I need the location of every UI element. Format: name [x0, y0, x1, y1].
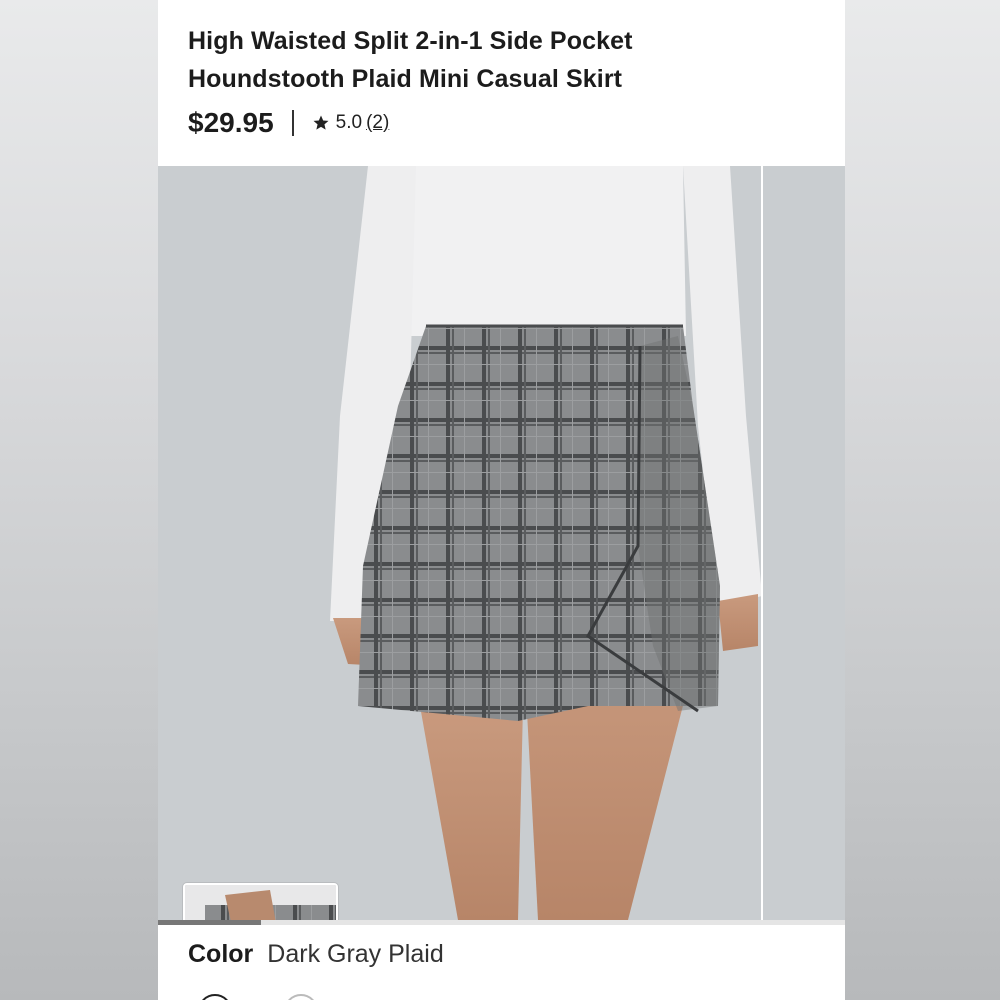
- color-swatch[interactable]: [284, 994, 318, 1000]
- color-swatch-selected[interactable]: [198, 994, 232, 1000]
- blurred-backdrop-right: [845, 0, 1000, 1000]
- price-divider: [291, 110, 294, 136]
- rating-value: 5.0: [335, 112, 363, 133]
- color-selector: Color Dark Gray Plaid: [188, 940, 444, 980]
- thumbnail-illustration: [185, 885, 336, 920]
- gallery-progress-fill: [158, 920, 262, 925]
- color-label: Color: [188, 940, 254, 968]
- star-icon: [313, 115, 329, 130]
- main-product-image[interactable]: [158, 166, 761, 920]
- product-title-line2: Houndstooth Plaid Mini Casual Skirt: [188, 65, 623, 93]
- gallery-thumbnail[interactable]: [183, 883, 338, 920]
- review-count-link[interactable]: (2): [366, 112, 389, 134]
- next-product-image[interactable]: [763, 166, 845, 920]
- product-header: High Waisted Split 2-in-1 Side Pocket Ho…: [158, 0, 845, 166]
- product-title: High Waisted Split 2-in-1 Side Pocket Ho…: [188, 22, 788, 98]
- product-card: High Waisted Split 2-in-1 Side Pocket Ho…: [158, 0, 845, 1000]
- color-value: Dark Gray Plaid: [267, 940, 444, 968]
- price-rating-row: $29.95 5.0 (2): [188, 104, 389, 142]
- gallery-progress: [158, 920, 845, 925]
- product-title-line1: High Waisted Split 2-in-1 Side Pocket: [188, 27, 633, 55]
- product-price: $29.95: [188, 107, 274, 138]
- blurred-backdrop-left: [0, 0, 158, 1000]
- skirt-photo-illustration: [158, 166, 761, 920]
